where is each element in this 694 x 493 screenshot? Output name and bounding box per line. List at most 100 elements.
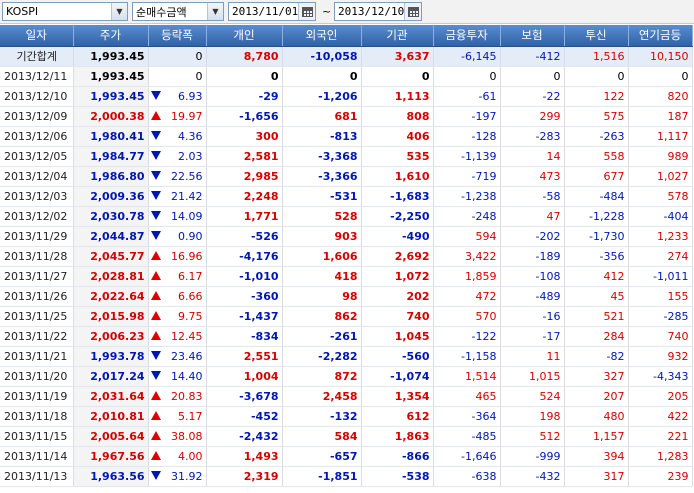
date-cell: 2013/11/18	[0, 406, 74, 427]
trust-cell: 558	[564, 146, 629, 167]
col-header-individual[interactable]: 개인	[206, 25, 283, 47]
change-cell: 38.08	[148, 426, 207, 447]
table-row[interactable]: 2013/11/25 2,015.98 9.75 -1,437 862 740 570 -16…	[0, 306, 693, 327]
foreign-cell: 862	[282, 306, 362, 327]
foreign-cell: 872	[282, 366, 362, 387]
insurance-cell: 1,015	[500, 366, 565, 387]
insurance-cell: 14	[500, 146, 565, 167]
col-header-institution[interactable]: 기관	[361, 25, 434, 47]
close-price-cell: 1,967.56	[73, 446, 149, 467]
table-row[interactable]: 2013/11/18 2,010.81 5.17 -452 -132 612 -364 198…	[0, 406, 693, 427]
institution-cell: -2,250	[361, 206, 434, 227]
institution-cell: 1,610	[361, 166, 434, 187]
table-row[interactable]: 2013/12/05 1,984.77 2.03 2,581 -3,368 535 -1,1…	[0, 146, 693, 167]
change-value: 6.66	[178, 289, 203, 303]
close-price-cell: 2,045.77	[73, 246, 149, 267]
change-value: 0.90	[178, 229, 203, 243]
table-row[interactable]: 2013/12/10 1,993.45 6.93 -29 -1,206 1,113 -61-…	[0, 86, 693, 107]
table-row[interactable]: 2013/11/13 1,963.56 31.92 2,319 -1,851 -538 -6…	[0, 466, 693, 487]
close-price-cell: 2,000.38	[73, 106, 149, 127]
col-header-change[interactable]: 등락폭	[148, 25, 207, 47]
table-row[interactable]: 2013/12/04 1,986.80 22.56 2,985 -3,366 1,610-…	[0, 166, 693, 187]
table-row[interactable]: 2013/12/06 1,980.41 4.36 300 -813 406 -128 -283…	[0, 126, 693, 147]
foreign-cell: -3,368	[282, 146, 362, 167]
pension-cell: 221	[628, 426, 693, 447]
col-header-trust[interactable]: 투신	[564, 25, 629, 47]
individual-cell: 1,004	[206, 366, 283, 387]
type-select[interactable]: 순매수금액 ▼	[132, 2, 224, 21]
start-date-field[interactable]: 2013/11/01	[228, 2, 316, 21]
table-row[interactable]: 2013/11/21 1,993.78 23.46 2,551 -2,282 -560 -1…	[0, 346, 693, 367]
close-price-cell: 2,044.87	[73, 226, 149, 247]
table-row[interactable]: 2013/11/15 2,005.64 38.08 -2,432 584 1,863 -48…	[0, 426, 693, 447]
table-row[interactable]: 2013/11/22 2,006.23 12.45 -834 -261 1,045 -122…	[0, 326, 693, 347]
foreign-cell: -132	[282, 406, 362, 427]
table-row[interactable]: 2013/11/27 2,028.81 6.17 -1,010 418 1,072 1,85…	[0, 266, 693, 287]
table-row[interactable]: 2013/11/29 2,044.87 0.90 -526 903 -490 594 -202…	[0, 226, 693, 247]
insurance-cell: 47	[500, 206, 565, 227]
index-select[interactable]: KOSPI ▼	[2, 2, 128, 21]
close-price-cell: 2,006.23	[73, 326, 149, 347]
triangle-up-icon	[150, 430, 161, 440]
trust-cell: 480	[564, 406, 629, 427]
col-header-insurance[interactable]: 보험	[500, 25, 565, 47]
financial-investment-cell: 0	[433, 66, 501, 87]
insurance-cell: 512	[500, 426, 565, 447]
institution-cell: 612	[361, 406, 434, 427]
calendar-icon[interactable]	[404, 3, 421, 20]
foreign-cell: 584	[282, 426, 362, 447]
pension-cell: 1,117	[628, 126, 693, 147]
calendar-icon[interactable]	[298, 3, 315, 20]
triangle-up-icon	[150, 310, 161, 320]
institution-cell: 202	[361, 286, 434, 307]
table-row[interactable]: 2013/11/26 2,022.64 6.66 -360 98 202 472 -489 45…	[0, 286, 693, 307]
pension-cell: 239	[628, 466, 693, 487]
change-cell: 12.45	[148, 326, 207, 347]
table-row[interactable]: 2013/11/19 2,031.64 20.83 -3,678 2,458 1,354 4…	[0, 386, 693, 407]
insurance-cell: 0	[500, 66, 565, 87]
change-value: 6.17	[178, 269, 203, 283]
insurance-cell: 299	[500, 106, 565, 127]
chevron-down-icon[interactable]: ▼	[207, 3, 223, 20]
summary-row[interactable]: 기간합계 1,993.45 0 8,780 -10,058 3,637 -6,145 -412…	[0, 46, 693, 67]
institution-cell: 0	[361, 66, 434, 87]
pension-cell: 1,283	[628, 446, 693, 467]
financial-investment-cell: 1,859	[433, 266, 501, 287]
table-row[interactable]: 2013/12/09 2,000.38 19.97 -1,656 681 808 -197 2…	[0, 106, 693, 127]
col-header-financial-investment[interactable]: 금융투자	[433, 25, 501, 47]
insurance-cell: 524	[500, 386, 565, 407]
triangle-up-icon	[150, 270, 161, 280]
col-header-date[interactable]: 일자	[0, 25, 74, 47]
table-row[interactable]: 2013/11/28 2,045.77 16.96 -4,176 1,606 2,692 3…	[0, 246, 693, 267]
end-date-field[interactable]: 2013/12/10	[334, 2, 422, 21]
change-value: 0	[195, 49, 203, 63]
financial-investment-cell: -364	[433, 406, 501, 427]
table-row[interactable]: 2013/11/20 2,017.24 14.40 1,004 872 -1,074 1,5…	[0, 366, 693, 387]
trust-cell: -356	[564, 246, 629, 267]
financial-investment-cell: -1,238	[433, 186, 501, 207]
trust-cell: -484	[564, 186, 629, 207]
individual-cell: 2,581	[206, 146, 283, 167]
individual-cell: 300	[206, 126, 283, 147]
close-price-cell: 2,005.64	[73, 426, 149, 447]
col-header-close[interactable]: 주가	[73, 25, 149, 47]
insurance-cell: 198	[500, 406, 565, 427]
institution-cell: -490	[361, 226, 434, 247]
individual-cell: -452	[206, 406, 283, 427]
individual-cell: -1,656	[206, 106, 283, 127]
close-price-cell: 1,993.45	[73, 46, 149, 67]
table-row[interactable]: 2013/12/03 2,009.36 21.42 2,248 -531 -1,683 -1…	[0, 186, 693, 207]
institution-cell: 406	[361, 126, 434, 147]
pension-cell: 10,150	[628, 46, 693, 67]
institution-cell: 1,354	[361, 386, 434, 407]
table-row[interactable]: 2013/12/02 2,030.78 14.09 1,771 528 -2,250 -24…	[0, 206, 693, 227]
col-header-pension[interactable]: 연기금등	[628, 25, 693, 47]
table-row[interactable]: 2013/12/11 1,993.45 0 0 0 0 0 0 0 0	[0, 66, 693, 87]
date-cell: 2013/11/21	[0, 346, 74, 367]
institution-cell: -538	[361, 466, 434, 487]
individual-cell: 2,551	[206, 346, 283, 367]
close-price-cell: 2,028.81	[73, 266, 149, 287]
chevron-down-icon[interactable]: ▼	[111, 3, 127, 20]
table-row[interactable]: 2013/11/14 1,967.56 4.00 1,493 -657 -866 -1,64…	[0, 446, 693, 467]
col-header-foreign[interactable]: 외국인	[282, 25, 362, 47]
